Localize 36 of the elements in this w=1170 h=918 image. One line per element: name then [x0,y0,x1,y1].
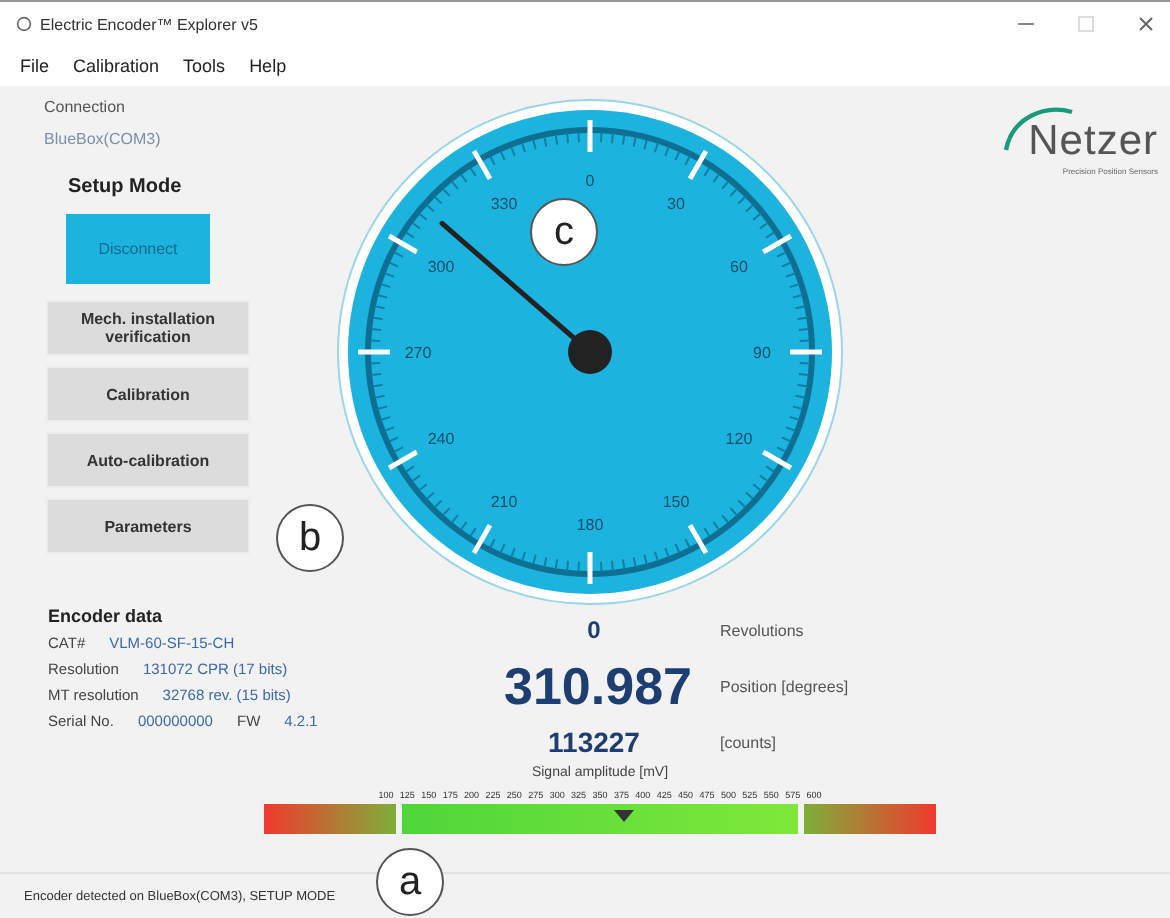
dial-label: 0 [585,172,595,190]
menu-item[interactable]: File [20,56,50,76]
window-title: Electric Encoder™ Explorer v5 [40,15,260,33]
dial-label: 30 [667,195,685,214]
mode-button[interactable]: Auto-calibration [46,432,250,488]
meter-segment [804,804,936,834]
dial-label: 300 [427,258,455,276]
dial-label: 270 [404,344,432,362]
dial-label: 330 [490,195,518,214]
readout-label: Position [degrees] [720,677,849,695]
readout-label: [counts] [720,733,779,751]
readout-label: Revolutions [720,621,806,639]
dial-label: 60 [730,258,748,276]
mode-button[interactable]: Mech. installation verification [46,300,250,356]
mode-button[interactable]: Calibration [46,366,250,422]
menu-item[interactable]: Help [249,56,287,76]
mode-button[interactable]: Parameters [46,498,250,554]
close-icon[interactable] [1138,16,1154,32]
app-icon [16,16,32,32]
meter-segment [264,804,396,834]
menu-item[interactable]: Calibration [73,56,160,76]
section-title: Setup Mode [68,176,184,198]
dial-label: 90 [753,344,771,362]
dial-label: 240 [427,430,455,448]
dial-label: 120 [725,430,753,448]
connection-label: Connection [44,98,127,116]
dial-label: 150 [662,492,690,511]
section-title: Encoder data [48,606,165,626]
readout-value: 113227 [546,724,642,760]
menu-item[interactable]: Tools [183,56,226,76]
callout-label: b [276,504,344,572]
callout-label: a [376,848,444,916]
logo-wordmark: Netzer [1028,118,1158,166]
dial-label: 180 [576,516,604,534]
readout-value: 0 [585,614,603,648]
dial-label: 210 [490,492,518,511]
